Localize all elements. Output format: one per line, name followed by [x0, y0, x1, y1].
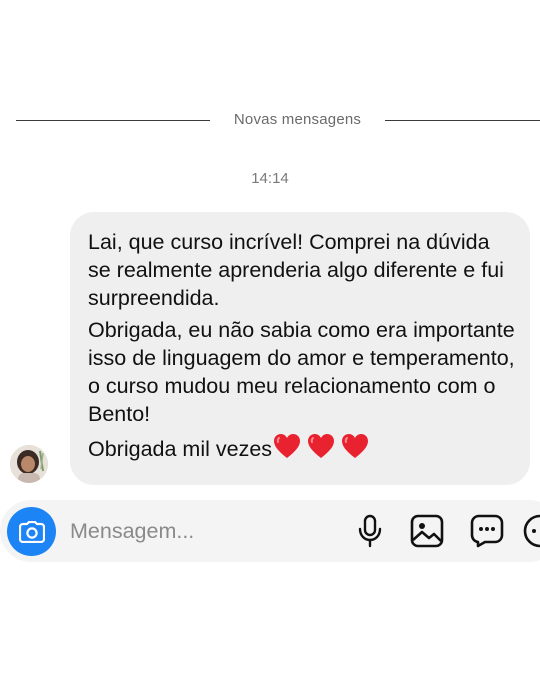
message-composer	[0, 500, 540, 562]
message-paragraph-last: Obrigada mil vezes	[88, 432, 516, 467]
heart-icon	[274, 434, 301, 458]
message-paragraph: Lai, que curso incrível! Comprei na dúvi…	[88, 230, 504, 310]
message-paragraph: Obrigada, eu não sabia como era importan…	[88, 318, 515, 426]
new-messages-divider: Novas mensagens	[0, 108, 540, 134]
new-messages-label: Novas mensagens	[233, 111, 362, 128]
sticker-chat-icon	[470, 514, 504, 548]
hearts-emoji-group	[272, 432, 374, 467]
camera-icon	[18, 520, 45, 543]
microphone-button[interactable]	[352, 513, 388, 549]
message-input[interactable]	[70, 515, 340, 547]
chat-screen: Novas mensagens 14:14 Lai, que curso inc…	[0, 0, 540, 675]
message-closing-text: Obrigada mil vezes	[88, 437, 273, 461]
message-bubble[interactable]: Lai, que curso incrível! Comprei na dúvi…	[70, 212, 530, 485]
image-button[interactable]	[409, 513, 445, 549]
heart-icon	[308, 434, 335, 458]
divider-line-right	[385, 120, 540, 121]
message-timestamp: 14:14	[251, 170, 289, 187]
sender-avatar[interactable]	[10, 445, 48, 483]
image-icon	[410, 514, 444, 548]
divider-line-left	[16, 120, 210, 121]
microphone-icon	[358, 514, 382, 548]
camera-button[interactable]	[7, 507, 56, 556]
more-icon	[523, 514, 540, 548]
more-button[interactable]	[522, 513, 540, 549]
sticker-button[interactable]	[469, 513, 505, 549]
heart-icon	[342, 434, 369, 458]
